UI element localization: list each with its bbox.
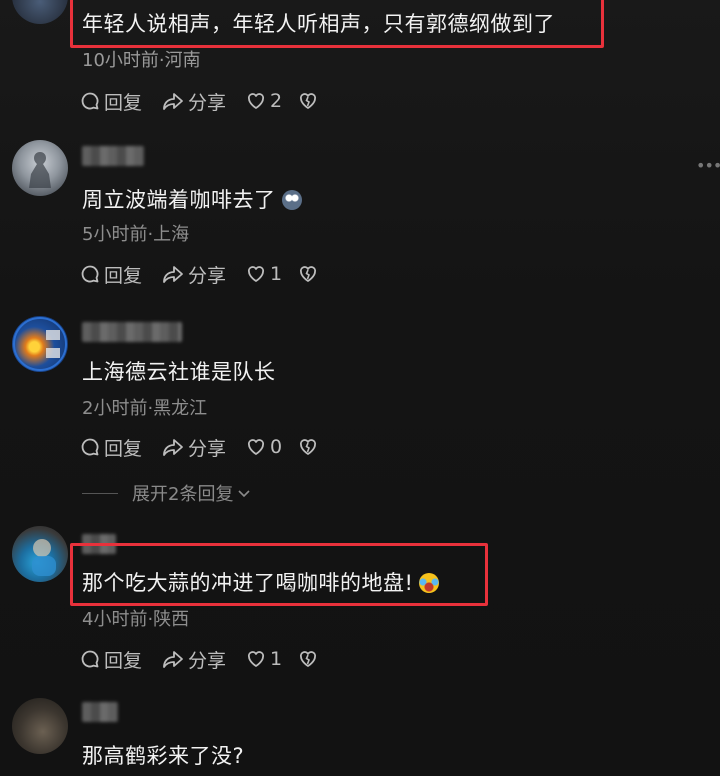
comment-feed: 年轻人说相声，年轻人听相声，只有郭德纲做到了 10小时前·河南 回复 分享 2 [0, 0, 720, 776]
more-options-icon[interactable]: ••• [696, 156, 720, 175]
like-button[interactable]: 0 [246, 436, 282, 458]
avatar-badge-icon [13, 317, 67, 371]
avatar-figure-icon [29, 152, 51, 188]
share-label: 分享 [188, 264, 227, 287]
avatar[interactable] [12, 140, 68, 196]
comment-meta: 2小时前·黑龙江 [82, 398, 208, 419]
dislike-button[interactable] [298, 437, 322, 457]
cat-face-icon [281, 190, 302, 210]
reply-label: 回复 [104, 91, 143, 114]
comment-meta: 4小时前·陕西 [82, 609, 190, 630]
comment-actions: 回复 分享 1 [80, 259, 342, 289]
expand-replies-label: 展开2条回复 [132, 484, 234, 505]
share-icon [163, 439, 183, 456]
broken-heart-icon [300, 93, 317, 109]
avatar[interactable] [12, 0, 68, 24]
broken-heart-icon [300, 266, 317, 282]
share-button[interactable]: 分享 [162, 434, 226, 461]
username-blurred [82, 322, 182, 342]
comment-meta: 5小时前·上海 [82, 224, 190, 245]
broken-heart-icon [300, 439, 317, 455]
comment-text: 那高鹤彩来了没? [82, 744, 245, 768]
dislike-button[interactable] [298, 91, 322, 111]
comment-text: 周立波端着咖啡去了 [82, 184, 302, 214]
reply-label: 回复 [104, 264, 143, 287]
comment-item: 那个吃大蒜的冲进了喝咖啡的地盘! 4小时前·陕西 回复 分享 1 [0, 520, 720, 692]
share-label: 分享 [188, 91, 227, 114]
comment-actions: 回复 分享 0 [80, 432, 342, 462]
reply-icon [81, 265, 99, 283]
avatar[interactable] [12, 316, 68, 372]
like-count: 2 [270, 90, 283, 112]
expand-replies-button[interactable]: 展开2条回复 [82, 480, 252, 506]
reply-button[interactable]: 回复 [80, 646, 142, 673]
laughing-tears-icon [419, 573, 440, 593]
dislike-button[interactable] [298, 264, 322, 284]
like-count: 1 [270, 263, 283, 285]
reply-icon [81, 92, 99, 110]
share-button[interactable]: 分享 [162, 88, 226, 115]
heart-icon [248, 266, 265, 282]
dislike-button[interactable] [298, 649, 322, 669]
heart-icon [248, 439, 265, 455]
chevron-down-icon [238, 490, 251, 498]
comment-text: 上海德云社谁是队长 [82, 360, 276, 384]
share-button[interactable]: 分享 [162, 261, 226, 288]
comment-text: 年轻人说相声，年轻人听相声，只有郭德纲做到了 [82, 12, 555, 36]
comment-item: 周立波端着咖啡去了 5小时前·上海 回复 分享 1 [0, 128, 720, 308]
username-blurred [82, 146, 144, 166]
reply-button[interactable]: 回复 [80, 261, 142, 288]
like-count: 1 [270, 648, 283, 670]
heart-icon [248, 651, 265, 667]
reply-button[interactable]: 回复 [80, 88, 142, 115]
share-label: 分享 [188, 437, 227, 460]
reply-label: 回复 [104, 437, 143, 460]
comment-meta: 10小时前·河南 [82, 50, 201, 71]
reply-button[interactable]: 回复 [80, 434, 142, 461]
comment-actions: 回复 分享 1 [80, 644, 342, 674]
username-blurred [82, 534, 116, 554]
share-icon [163, 93, 183, 110]
heart-icon [248, 93, 265, 109]
share-button[interactable]: 分享 [162, 646, 226, 673]
like-button[interactable]: 1 [246, 648, 282, 670]
avatar-person-icon [32, 539, 56, 576]
avatar[interactable] [12, 526, 68, 582]
comment-item: 年轻人说相声，年轻人听相声，只有郭德纲做到了 10小时前·河南 回复 分享 2 [0, 0, 720, 128]
avatar[interactable] [12, 698, 68, 754]
comment-item: 那高鹤彩来了没? [0, 692, 720, 776]
broken-heart-icon [300, 651, 317, 667]
like-count: 0 [270, 436, 283, 458]
comment-text: 那个吃大蒜的冲进了喝咖啡的地盘! [82, 567, 440, 597]
like-button[interactable]: 2 [246, 90, 282, 112]
replies-divider [82, 492, 118, 494]
reply-icon [81, 438, 99, 456]
share-icon [163, 651, 183, 668]
share-icon [163, 266, 183, 283]
like-button[interactable]: 1 [246, 263, 282, 285]
reply-icon [81, 650, 99, 668]
username-blurred [82, 702, 118, 722]
share-label: 分享 [188, 649, 227, 672]
comment-actions: 回复 分享 2 [80, 86, 342, 116]
reply-label: 回复 [104, 649, 143, 672]
